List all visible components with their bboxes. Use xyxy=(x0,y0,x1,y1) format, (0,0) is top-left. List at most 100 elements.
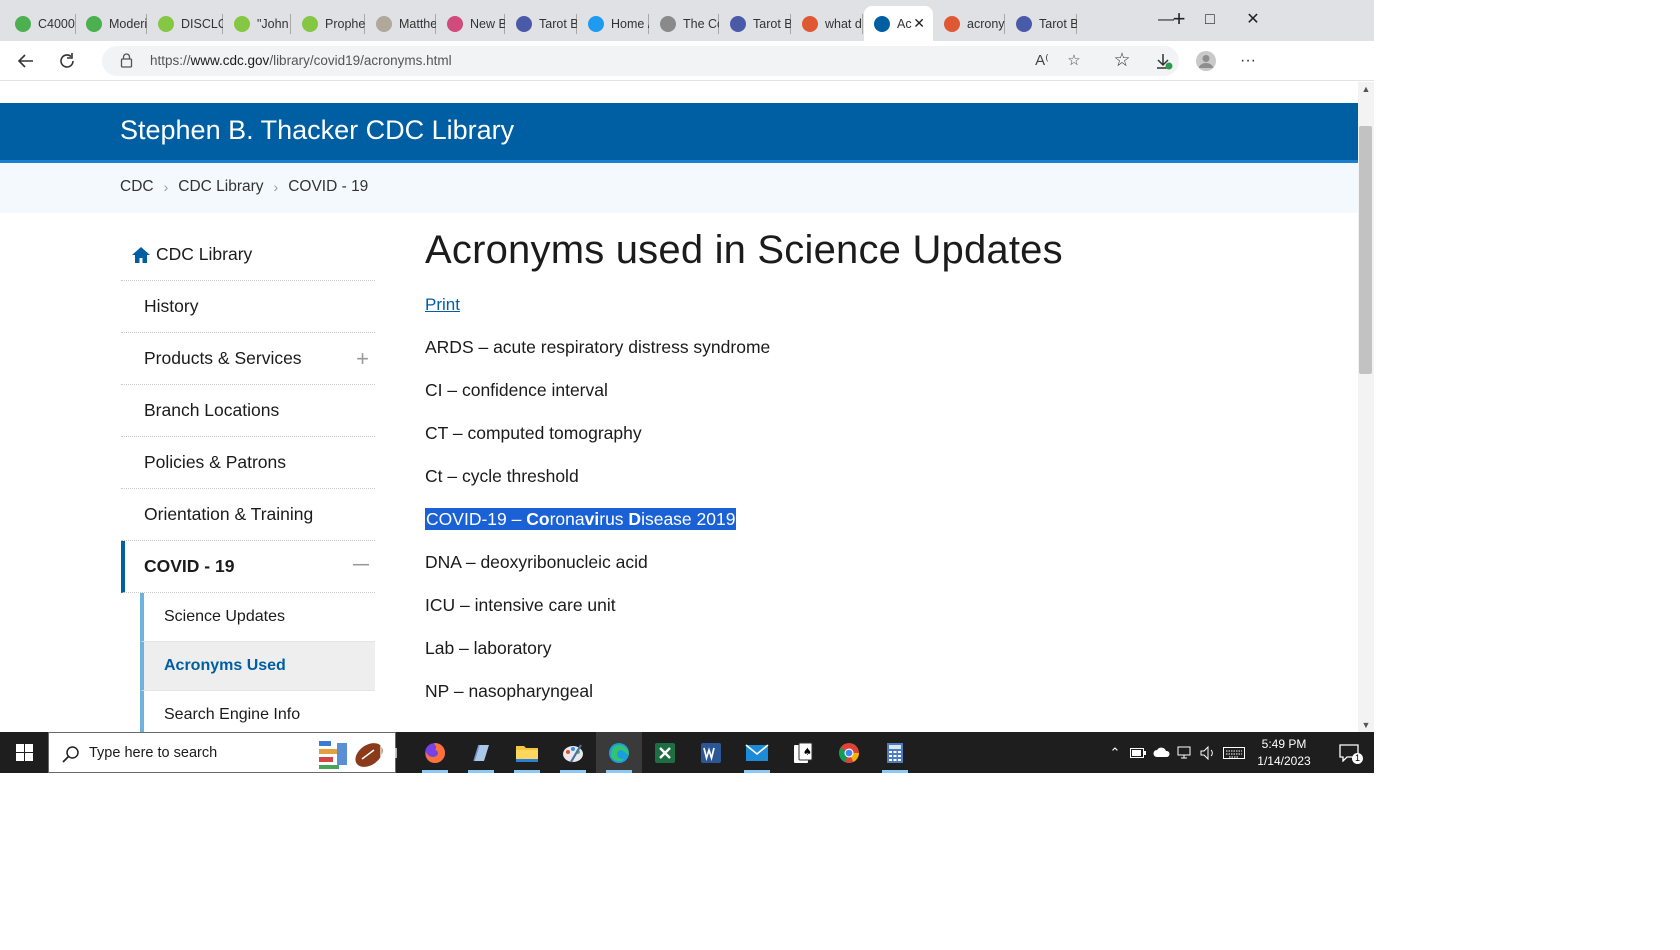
task-view-button[interactable] xyxy=(366,732,412,773)
notification-center-button[interactable]: 1 xyxy=(1334,732,1364,773)
close-window-button[interactable]: ✕ xyxy=(1233,8,1273,32)
screen: C4000 Moderi DISCLO "John M Prophe Matthe New … xyxy=(0,0,1374,773)
browser-tab[interactable]: "John M xyxy=(224,6,291,41)
breadcrumb-covid-19[interactable]: COVID - 19 xyxy=(288,178,368,196)
paint-app-taskbar-button[interactable] xyxy=(550,732,596,773)
solitaire-taskbar-button[interactable]: ♠ xyxy=(780,732,826,773)
favorites-button[interactable]: ☆ xyxy=(1108,47,1136,75)
settings-more-button[interactable]: ··· xyxy=(1234,47,1262,75)
firefox-taskbar-button[interactable] xyxy=(412,732,458,773)
nav-item-label: Orientation & Training xyxy=(144,504,314,524)
browser-tab[interactable]: Matthe xyxy=(366,6,436,41)
network-icon[interactable] xyxy=(1175,732,1195,773)
browser-tab[interactable]: Tarot B xyxy=(1006,6,1077,41)
taskbar-search-box[interactable]: Type here to search xyxy=(48,732,396,773)
browser-tab[interactable]: DISCLO xyxy=(148,6,223,41)
nav-item-covid-19[interactable]: COVID - 19 — xyxy=(121,541,375,593)
chevron-right-icon: › xyxy=(163,179,169,195)
browser-tab[interactable]: Home / xyxy=(578,6,649,41)
back-arrow-icon xyxy=(17,54,33,68)
url-path: /library/covid19/acronyms.html xyxy=(269,53,452,68)
sub-nav-search-engine-info[interactable]: Search Engine Info xyxy=(140,691,375,732)
excel-taskbar-button[interactable] xyxy=(642,732,688,773)
volume-speaker-icon[interactable] xyxy=(1198,732,1218,773)
url-scheme: https:// xyxy=(150,53,191,68)
browser-tab[interactable]: The Co xyxy=(650,6,719,41)
downloads-button[interactable] xyxy=(1150,47,1178,75)
minus-icon[interactable]: — xyxy=(353,556,369,574)
tab-label: Moderi xyxy=(109,16,147,31)
plus-icon[interactable]: + xyxy=(356,346,369,372)
home-icon xyxy=(132,246,150,263)
search-icon xyxy=(62,746,79,763)
firefox-icon xyxy=(425,742,445,763)
sub-nav-science-updates[interactable]: Science Updates xyxy=(140,593,375,642)
browser-tab[interactable]: Tarot B xyxy=(506,6,577,41)
clock-date: 1/14/2023 xyxy=(1257,754,1311,768)
close-tab-icon[interactable]: ✕ xyxy=(913,15,925,32)
selected-acronym-text[interactable]: COVID-19 – Coronavirus Disease 2019 xyxy=(425,508,737,530)
calculator-taskbar-button[interactable] xyxy=(872,732,918,773)
add-favorite-icon[interactable]: ☆ xyxy=(1063,50,1085,72)
keyboard-icon[interactable] xyxy=(1221,732,1247,773)
maximize-button[interactable]: □ xyxy=(1190,8,1230,32)
search-placeholder: Type here to search xyxy=(89,745,218,761)
breadcrumb-cdc[interactable]: CDC xyxy=(120,178,154,196)
acronym-item: NP – nasopharyngeal xyxy=(425,680,1325,702)
nav-item-products-services[interactable]: Products & Services + xyxy=(121,333,375,385)
svg-text:♠: ♠ xyxy=(803,747,812,758)
windows-logo-icon xyxy=(15,744,33,761)
nav-item-branch-locations[interactable]: Branch Locations xyxy=(121,385,375,437)
profile-button[interactable] xyxy=(1192,47,1220,75)
chrome-icon xyxy=(839,742,859,763)
print-link[interactable]: Print xyxy=(425,295,460,315)
edge-taskbar-button[interactable] xyxy=(596,732,642,773)
acronym-item-selected: COVID-19 – Coronavirus Disease 2019 xyxy=(425,508,1325,530)
more-dots-icon: ··· xyxy=(1240,52,1256,69)
scroll-up-arrow-icon[interactable]: ▲ xyxy=(1361,84,1371,94)
nav-item-policies-patrons[interactable]: Policies & Patrons xyxy=(121,437,375,489)
sub-nav-acronyms-used[interactable]: Acronyms Used xyxy=(140,642,375,691)
browser-tab[interactable]: Tarot B xyxy=(720,6,791,41)
browser-tab[interactable]: Ac ✕ xyxy=(864,6,933,41)
browser-tab[interactable]: what d xyxy=(792,6,863,41)
browser-tab[interactable]: acrony xyxy=(934,6,1005,41)
taskbar-clock[interactable]: 5:49 PM 1/14/2023 xyxy=(1246,736,1322,770)
breadcrumb-cdc-library[interactable]: CDC Library xyxy=(178,178,263,196)
nav-item-orientation-training[interactable]: Orientation & Training xyxy=(121,489,375,541)
browser-tab[interactable]: Moderi xyxy=(76,6,147,41)
acronym-item: Lab – laboratory xyxy=(425,637,1325,659)
nav-item-history[interactable]: History xyxy=(121,281,375,333)
battery-icon[interactable] xyxy=(1128,732,1148,773)
sub-nav-label: Search Engine Info xyxy=(164,706,301,723)
minimize-button[interactable]: — xyxy=(1146,8,1186,32)
browser-tab[interactable]: Prophe xyxy=(292,6,365,41)
address-bar[interactable]: https://www.cdc.gov/library/covid19/acro… xyxy=(102,46,1179,76)
rumble-play-icon xyxy=(234,15,250,32)
tab-label: what d xyxy=(825,16,862,31)
chrome-taskbar-button[interactable] xyxy=(826,732,872,773)
site-title[interactable]: Stephen B. Thacker CDC Library xyxy=(120,115,514,146)
refresh-button[interactable] xyxy=(53,47,81,75)
browser-toolbar: https://www.cdc.gov/library/covid19/acro… xyxy=(0,41,1374,81)
mail-taskbar-button[interactable] xyxy=(734,732,780,773)
onedrive-cloud-icon[interactable] xyxy=(1152,732,1172,773)
read-aloud-icon[interactable]: A⁽ xyxy=(1031,50,1053,72)
word-taskbar-button[interactable] xyxy=(688,732,734,773)
nav-home-cdc-library[interactable]: CDC Library xyxy=(121,229,375,281)
back-button[interactable] xyxy=(12,47,40,75)
scroll-down-arrow-icon[interactable]: ▼ xyxy=(1361,720,1371,730)
file-explorer-taskbar-button[interactable] xyxy=(504,732,550,773)
scrollbar-thumb[interactable] xyxy=(1359,126,1372,374)
tray-overflow-chevron-icon[interactable]: ⌃ xyxy=(1106,732,1124,773)
notes-app-taskbar-button[interactable] xyxy=(458,732,504,773)
browser-tab[interactable]: New Bi xyxy=(437,6,505,41)
playing-cards-icon: ♠ xyxy=(794,742,813,763)
start-button[interactable] xyxy=(0,732,48,773)
browser-tab[interactable]: C4000 xyxy=(5,6,76,41)
notebook-icon xyxy=(473,744,489,761)
profile-avatar-icon xyxy=(1196,51,1216,71)
lock-icon[interactable] xyxy=(120,53,133,68)
calculator-icon xyxy=(887,742,903,763)
url-text[interactable]: https://www.cdc.gov/library/covid19/acro… xyxy=(150,53,452,68)
